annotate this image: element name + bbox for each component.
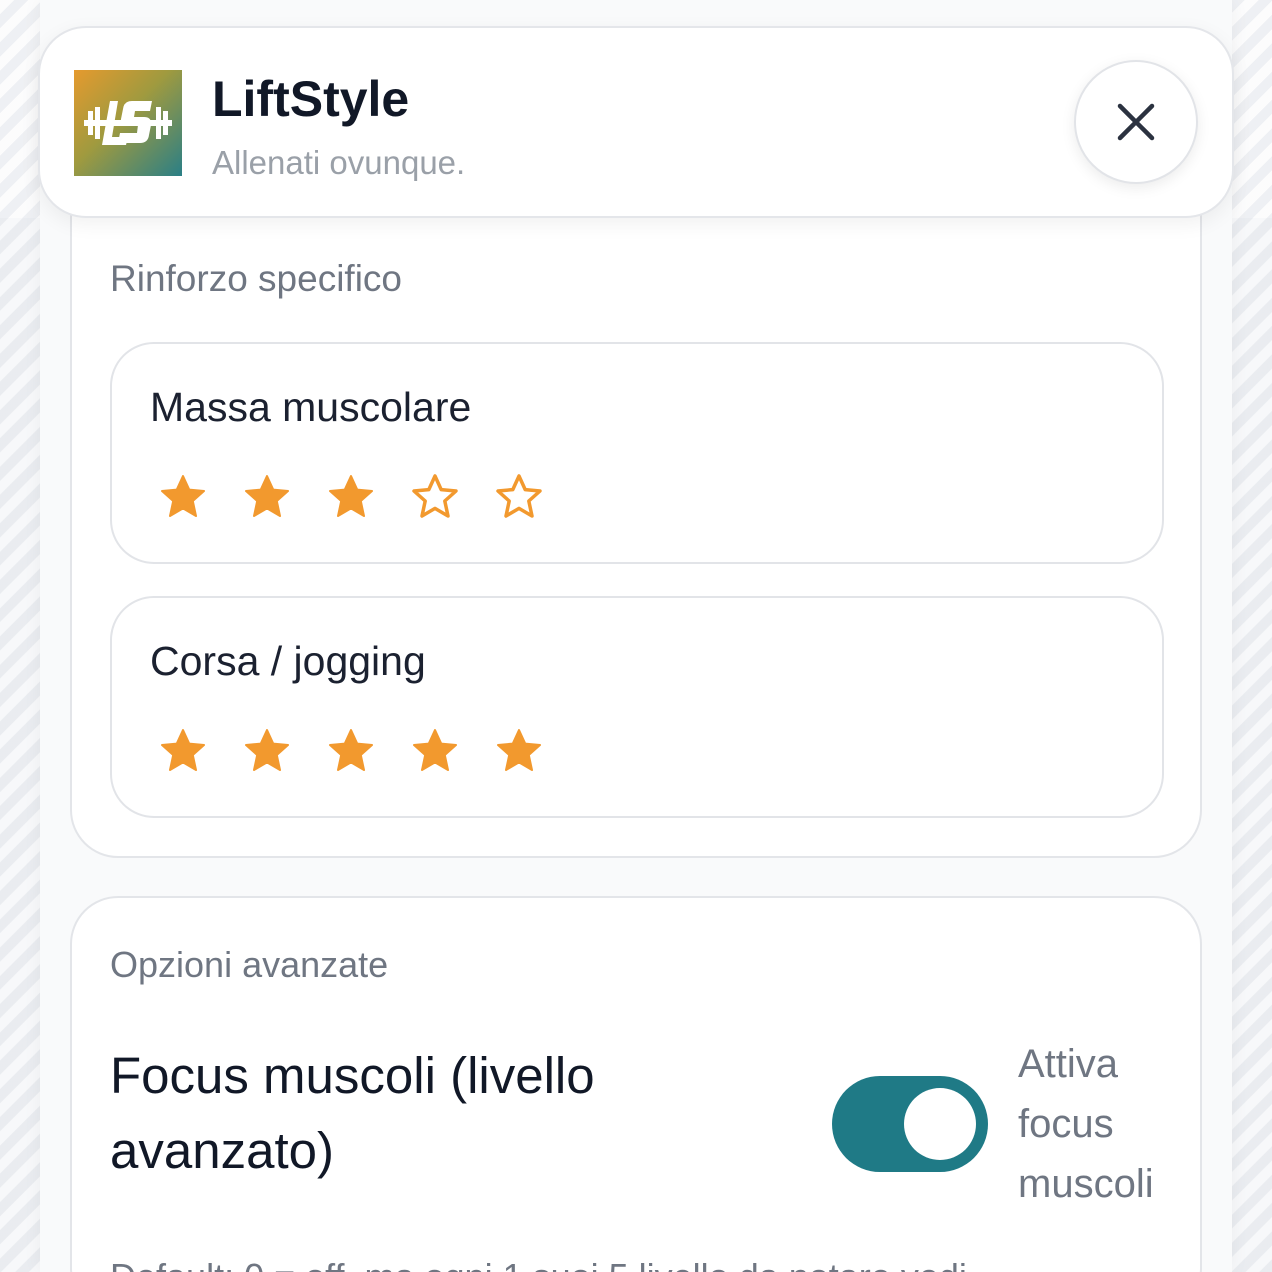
section-title-advanced: Opzioni avanzate bbox=[110, 944, 389, 985]
star-filled-icon[interactable] bbox=[242, 472, 292, 522]
advanced-options-card: Opzioni avanzate Focus muscoli (livello … bbox=[70, 896, 1202, 1272]
star-filled-icon[interactable] bbox=[326, 726, 376, 776]
section-title-reinforcement: Rinforzo specifico bbox=[110, 258, 403, 299]
app-logo-icon bbox=[74, 70, 182, 176]
star-filled-icon[interactable] bbox=[494, 726, 544, 776]
star-filled-icon[interactable] bbox=[158, 472, 208, 522]
close-button[interactable] bbox=[1074, 60, 1198, 184]
advanced-help-text: Default: 0 = off, ma ogni 1 suoi 5 livel… bbox=[110, 1256, 967, 1272]
rating-card-corsa[interactable]: Corsa / jogging bbox=[110, 596, 1164, 818]
rating-label: Corsa / jogging bbox=[150, 638, 426, 684]
toggle-label: Attiva focus muscoli bbox=[1018, 1042, 1154, 1206]
star-filled-icon[interactable] bbox=[242, 726, 292, 776]
rating-card-massa[interactable]: Massa muscolare bbox=[110, 342, 1164, 564]
app-tagline: Allenati ovunque. bbox=[212, 144, 466, 181]
focus-muscles-title: Focus muscoli (livello avanzato) bbox=[110, 1047, 595, 1179]
app-title: LiftStyle bbox=[212, 71, 410, 127]
star-rating[interactable] bbox=[158, 726, 544, 776]
star-rating[interactable] bbox=[158, 472, 544, 522]
star-empty-icon[interactable] bbox=[410, 472, 460, 522]
reinforcement-card: Rinforzo specifico Massa muscolare Corsa… bbox=[70, 170, 1202, 858]
close-icon bbox=[1117, 103, 1155, 141]
app-header: LiftStyle Allenati ovunque. bbox=[38, 26, 1234, 218]
toggle-knob bbox=[904, 1088, 976, 1160]
rating-label: Massa muscolare bbox=[150, 384, 472, 430]
star-filled-icon[interactable] bbox=[326, 472, 376, 522]
star-filled-icon[interactable] bbox=[410, 726, 460, 776]
focus-muscles-toggle[interactable] bbox=[832, 1076, 988, 1172]
star-filled-icon[interactable] bbox=[158, 726, 208, 776]
star-empty-icon[interactable] bbox=[494, 472, 544, 522]
